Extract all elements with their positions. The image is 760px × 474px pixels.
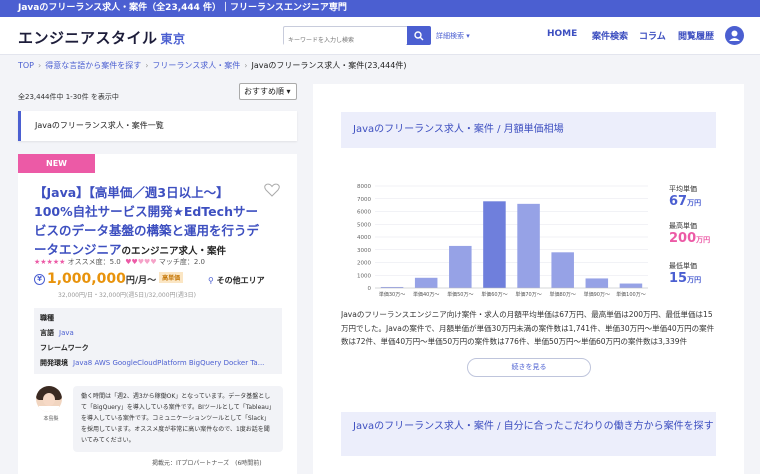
chart-bar	[517, 203, 540, 288]
sub-salary: 32,000円/日・32,000円(週5日)/32,000円(週3日)	[58, 292, 197, 299]
logo-region: 東京	[160, 32, 186, 46]
nav-column[interactable]: コラム	[639, 29, 666, 42]
y-tick-label: 4000	[357, 235, 371, 241]
x-tick-label: 単価30万〜	[379, 291, 405, 298]
x-tick-label: 単価90万〜	[584, 291, 610, 298]
workstyle-title: Javaのフリーランス求人・案件 / 自分に合ったこだわりの働き方から案件を探す	[341, 412, 716, 456]
y-tick-label: 0	[368, 286, 372, 292]
min-label: 最低単価	[669, 262, 697, 270]
advanced-search-link[interactable]: 詳細検索 ▾	[436, 31, 470, 41]
match-hearts-icon: ♥♥♥♥♥	[125, 258, 157, 266]
framework-label: フレームワーク	[40, 344, 89, 352]
favorite-heart-icon[interactable]	[264, 183, 280, 197]
avg-value: 67	[669, 194, 688, 209]
match-rating: マッチ度：2.0	[158, 258, 205, 266]
y-tick-label: 2000	[357, 261, 371, 267]
job-salary: ¥1,000,000円/月〜 高単価	[34, 271, 184, 287]
chart-bar	[449, 245, 472, 288]
breadcrumb-top[interactable]: TOP	[18, 61, 34, 70]
x-tick-label: 単価100万〜	[616, 291, 646, 298]
max-value: 200	[669, 231, 697, 246]
salary-unit: 円/月〜	[125, 276, 157, 286]
page-title-bar: Javaのフリーランス求人・案件（全23,444 件）｜フリーランスエンジニア専…	[0, 0, 760, 17]
x-tick-label: 単価50万〜	[447, 291, 473, 298]
nav-job-search[interactable]: 案件検索	[592, 29, 628, 42]
min-unit: 万円	[687, 276, 702, 284]
breadcrumb-language[interactable]: 得意な言語から案件を探す	[45, 61, 141, 70]
occupation-label: 職種	[40, 314, 54, 322]
y-tick-label: 5000	[357, 222, 371, 228]
site-header: エンジニアスタイル東京 詳細検索 ▾ HOME 案件検索 コラム 閲覧履歴	[0, 17, 760, 55]
recommend-rating: オススメ度：5.0	[67, 258, 121, 266]
job-title-tail: のエンジニア求人・案件	[121, 246, 227, 257]
result-count: 全23,444件中 1-30件 を表示中	[18, 93, 119, 101]
x-tick-label: 単価40万〜	[413, 291, 439, 298]
agent-avatar	[36, 386, 62, 412]
list-heading: Javaのフリーランス求人・案件一覧	[18, 111, 297, 141]
breadcrumb-current: Javaのフリーランス求人・案件(23,444件)	[251, 61, 407, 70]
y-tick-label: 3000	[357, 248, 371, 254]
salary-bar-chart: 0 1000 2000 3000 4000 5000 6000 7000 8000 単価30万〜 単…	[357, 184, 648, 298]
job-area: ⚲ その他エリア	[208, 275, 265, 286]
location-pin-icon: ⚲	[208, 276, 214, 285]
job-card[interactable]: NEW 【Java】【高単価／週3日以上〜】100%自社サービス開発★EdTec…	[18, 154, 297, 474]
y-tick-label: 7000	[357, 197, 371, 203]
new-badge: NEW	[18, 154, 95, 173]
breadcrumb: TOP › 得意な言語から案件を探す › フリーランス求人・案件 › Javaのフリーランス…	[18, 61, 407, 70]
avg-label: 平均単価	[669, 185, 697, 193]
search-input[interactable]	[284, 32, 406, 49]
max-unit: 万円	[696, 236, 711, 244]
posted-source: 掲載元：ITプロパートナーズ (6時間前)	[152, 460, 262, 467]
user-avatar-icon[interactable]	[725, 26, 744, 45]
y-tick-label: 1000	[357, 273, 371, 279]
agent-comment: 働く時間は「週2、週3から稼働OK」となっています。データ基盤として「BigQu…	[73, 386, 283, 452]
env-value[interactable]: Java8 AWS GoogleCloudPlatform BigQuery D…	[73, 359, 264, 367]
chart-bar	[414, 277, 438, 288]
chart-bar	[551, 252, 574, 288]
nav-history[interactable]: 閲覧履歴	[678, 29, 714, 42]
env-label: 開発環境	[40, 359, 68, 367]
language-value[interactable]: Java	[59, 329, 74, 337]
market-panel: Javaのフリーランス求人・案件 / 月額単価相場 0 1000 2000 3000 4…	[313, 84, 744, 474]
yen-icon: ¥	[34, 274, 45, 285]
chart-bar	[619, 283, 643, 288]
y-tick-label: 6000	[357, 210, 371, 216]
market-title: Javaのフリーランス求人・案件 / 月額単価相場	[341, 112, 716, 148]
recommend-stars-icon: ★★★★★	[34, 258, 66, 266]
breadcrumb-jobs[interactable]: フリーランス求人・案件	[152, 61, 240, 70]
avg-unit: 万円	[687, 199, 702, 207]
agent-name: 本島梨	[43, 416, 59, 422]
area-text: その他エリア	[216, 276, 265, 285]
site-logo[interactable]: エンジニアスタイル 東京	[18, 27, 186, 48]
x-tick-label: 単価80万〜	[550, 291, 576, 298]
job-spec-table: 職種 言語 Java フレームワーク 開発環境 Java8 AWS GoogleCl…	[34, 308, 282, 374]
chart-bar	[483, 201, 506, 288]
sort-select[interactable]: おすすめ順 ▾	[239, 83, 297, 100]
max-label: 最高単価	[669, 222, 697, 230]
job-ratings: ★★★★★ オススメ度：5.0 ♥♥♥♥♥ マッチ度：2.0	[34, 257, 205, 267]
read-more-button[interactable]: 続きを見る	[467, 358, 591, 377]
language-label: 言語	[40, 329, 54, 337]
market-stats: 平均単価 67万円 最高単価 200万円 最低単価 15万円	[669, 184, 729, 289]
x-tick-label: 単価70万〜	[515, 291, 541, 298]
chart-bar	[585, 278, 609, 288]
salary-value: 1,000,000	[47, 271, 126, 287]
logo-text: エンジニアスタイル	[18, 29, 158, 47]
x-tick-label: 単価60万〜	[481, 291, 507, 298]
nav-home[interactable]: HOME	[547, 29, 577, 39]
y-tick-label: 8000	[357, 184, 371, 190]
min-value: 15	[669, 271, 688, 286]
search-box	[283, 26, 431, 49]
job-title[interactable]: 【Java】【高単価／週3日以上〜】100%自社サービス開発★EdTechサービ…	[34, 183, 266, 261]
search-button[interactable]	[407, 26, 431, 45]
search-icon	[414, 30, 424, 40]
high-salary-badge: 高単価	[159, 272, 184, 283]
